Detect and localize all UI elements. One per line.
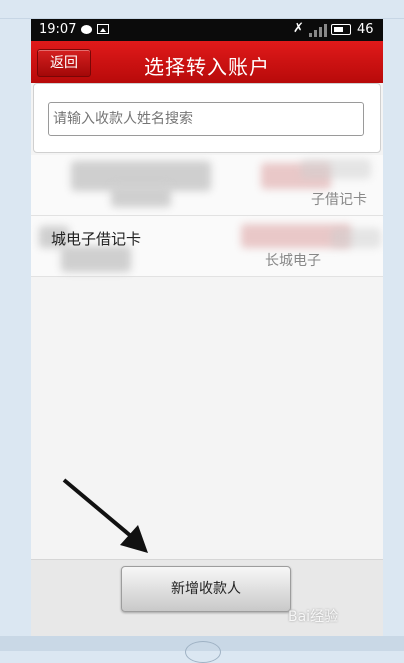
account-list: 子借记卡 城电子借记卡 长城电子 — [31, 155, 383, 277]
battery-icon — [331, 24, 351, 35]
redacted-name — [111, 185, 171, 207]
watermark: Bai经验 — [288, 606, 338, 626]
account-bank: 长城电子 — [265, 253, 321, 269]
signal-icon — [309, 23, 327, 37]
mute-icon: ✗ — [293, 21, 304, 36]
status-time: 19:07 — [39, 22, 77, 37]
list-item[interactable]: 子借记卡 — [31, 155, 383, 216]
search-input[interactable] — [48, 102, 364, 136]
list-item[interactable]: 城电子借记卡 长城电子 — [31, 216, 383, 277]
image-icon — [97, 24, 109, 34]
search-panel — [33, 83, 381, 153]
status-bar: 19:07 ✗ 46 — [31, 19, 383, 41]
redacted-account — [331, 228, 381, 248]
title-bar: 返回 选择转入账户 — [31, 41, 383, 83]
account-bank: 子借记卡 — [311, 192, 367, 208]
battery-level: 46 — [357, 22, 374, 37]
redacted-name — [61, 246, 131, 272]
arrow-annotation-icon — [62, 478, 148, 553]
redacted-account — [301, 159, 371, 179]
account-name: 城电子借记卡 — [51, 230, 142, 248]
page-title: 选择转入账户 — [144, 55, 270, 79]
chat-bubble-icon — [81, 25, 92, 34]
window-top-strip — [0, 0, 404, 19]
add-payee-button[interactable]: 新增收款人 — [121, 566, 291, 612]
watermark-text: Bai经验 — [288, 609, 339, 625]
home-circle-icon — [185, 641, 221, 663]
